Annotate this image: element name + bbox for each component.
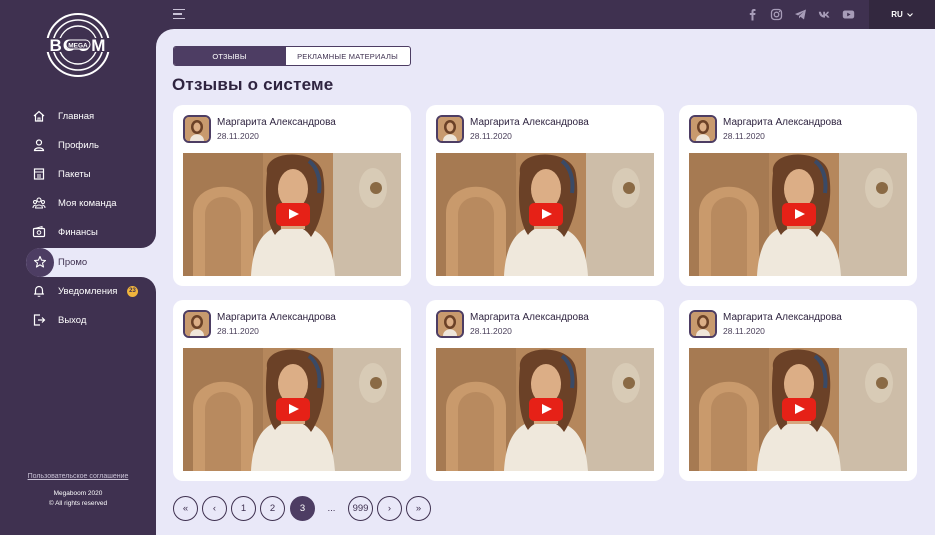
review-card: Маргарита Александрова 28.11.2020 (173, 105, 411, 286)
notifications-badge: 23 (127, 286, 138, 297)
star-icon (33, 255, 47, 268)
tab-promo-materials[interactable]: Рекламные материалы (285, 47, 409, 65)
vk-icon[interactable] (818, 8, 831, 21)
logout-icon (33, 314, 46, 326)
review-date: 28.11.2020 (723, 131, 765, 141)
review-date: 28.11.2020 (217, 131, 259, 141)
sidebar-item-label: Уведомления (58, 286, 118, 297)
page-title: Отзывы о системе (172, 75, 334, 94)
sidebar-item-home[interactable]: Главная (0, 102, 156, 131)
author-avatar-image (438, 117, 462, 141)
author-avatar-image (185, 117, 209, 141)
review-video[interactable] (689, 153, 907, 276)
review-card: Маргарита Александрова 28.11.2020 (679, 300, 917, 481)
sidebar-item-label: Выход (58, 315, 87, 326)
review-date: 28.11.2020 (470, 326, 512, 336)
active-icon-circle (26, 248, 54, 277)
copyright-line: © All rights reserved (48, 500, 108, 507)
youtube-icon[interactable] (842, 8, 855, 21)
sidebar-item-promo[interactable]: Промо (26, 248, 156, 277)
logo-subtext: MEGA (68, 42, 88, 49)
review-card: Маргарита Александрова 28.11.2020 (426, 300, 664, 481)
home-icon (33, 110, 45, 122)
author-avatar-image (438, 312, 462, 336)
sidebar-item-label: Промо (58, 257, 88, 268)
review-author: Маргарита Александрова (470, 117, 589, 128)
sidebar-item-label: Моя команда (58, 198, 117, 209)
instagram-icon[interactable] (770, 8, 783, 21)
wallet-icon (32, 225, 46, 238)
review-date: 28.11.2020 (470, 131, 512, 141)
review-date: 28.11.2020 (217, 326, 259, 336)
main-content: Отзывы Рекламные материалы Отзывы о сист… (156, 29, 935, 535)
language-selector[interactable]: RU (869, 0, 935, 29)
review-author: Маргарита Александрова (723, 312, 842, 323)
author-avatar-image (691, 117, 715, 141)
language-label: RU (891, 10, 903, 19)
sidebar-item-label: Профиль (58, 140, 100, 151)
review-author: Маргарита Александрова (217, 312, 336, 323)
bell-icon (33, 285, 45, 297)
author-avatar (689, 115, 717, 143)
play-icon[interactable] (782, 398, 816, 421)
author-avatar (436, 115, 464, 143)
review-video[interactable] (436, 153, 654, 276)
review-date: 28.11.2020 (723, 326, 765, 336)
copyright: Megaboom 2020 © All rights reserved (0, 489, 156, 509)
play-icon[interactable] (782, 203, 816, 226)
sidebar-item-label: Пакеты (58, 169, 91, 180)
author-avatar (183, 310, 211, 338)
review-author: Маргарита Александрова (470, 312, 589, 323)
team-icon (32, 197, 46, 209)
play-icon[interactable] (529, 203, 563, 226)
review-author: Маргарита Александрова (723, 117, 842, 128)
sidebar-item-profile[interactable]: Профиль (0, 131, 156, 160)
pagination-first-button[interactable]: « (173, 496, 198, 521)
pagination-page-last[interactable]: 999 (348, 496, 373, 521)
sidebar: BOOM MEGA Главная Профиль Пакеты Моя ком… (0, 0, 156, 535)
sidebar-item-label: Главная (58, 111, 95, 122)
menu-toggle-icon[interactable] (173, 9, 185, 20)
review-card: Маргарита Александрова 28.11.2020 (426, 105, 664, 286)
top-bar: RU (156, 0, 935, 29)
author-avatar-image (691, 312, 715, 336)
user-icon (33, 139, 45, 152)
pagination-ellipsis: ... (327, 503, 336, 514)
author-avatar (183, 115, 211, 143)
author-avatar (689, 310, 717, 338)
sidebar-item-logout[interactable]: Выход (0, 306, 156, 335)
pagination-page-3[interactable]: 3 (290, 496, 315, 521)
play-icon[interactable] (276, 203, 310, 226)
sidebar-item-label: Финансы (58, 227, 98, 238)
pagination-page-2[interactable]: 2 (260, 496, 285, 521)
review-card: Маргарита Александрова 28.11.2020 (173, 300, 411, 481)
sidebar-item-notifications[interactable]: Уведомления 23 (0, 277, 156, 306)
pagination-last-button[interactable]: » (406, 496, 431, 521)
facebook-icon[interactable] (746, 8, 759, 21)
telegram-icon[interactable] (794, 8, 807, 21)
package-icon (33, 168, 45, 180)
review-video[interactable] (436, 348, 654, 471)
play-icon[interactable] (529, 398, 563, 421)
review-video[interactable] (183, 153, 401, 276)
pagination-prev-button[interactable]: ‹ (202, 496, 227, 521)
review-video[interactable] (183, 348, 401, 471)
megaboom-logo[interactable]: BOOM MEGA (36, 12, 120, 78)
review-author: Маргарита Александрова (217, 117, 336, 128)
active-item-curve-top (126, 218, 156, 248)
copyright-line: Megaboom 2020 (53, 490, 103, 497)
sidebar-item-packages[interactable]: Пакеты (0, 160, 156, 189)
tabs: Отзывы Рекламные материалы (173, 46, 411, 66)
review-card: Маргарита Александрова 28.11.2020 (679, 105, 917, 286)
pagination-next-button[interactable]: › (377, 496, 402, 521)
pagination-page-1[interactable]: 1 (231, 496, 256, 521)
author-avatar-image (185, 312, 209, 336)
chevron-down-icon (906, 12, 913, 17)
author-avatar (436, 310, 464, 338)
review-video[interactable] (689, 348, 907, 471)
user-agreement-link[interactable]: Пользовательское соглашение (0, 473, 156, 480)
play-icon[interactable] (276, 398, 310, 421)
sidebar-item-team[interactable]: Моя команда (0, 189, 156, 218)
tab-reviews[interactable]: Отзывы (174, 47, 285, 65)
